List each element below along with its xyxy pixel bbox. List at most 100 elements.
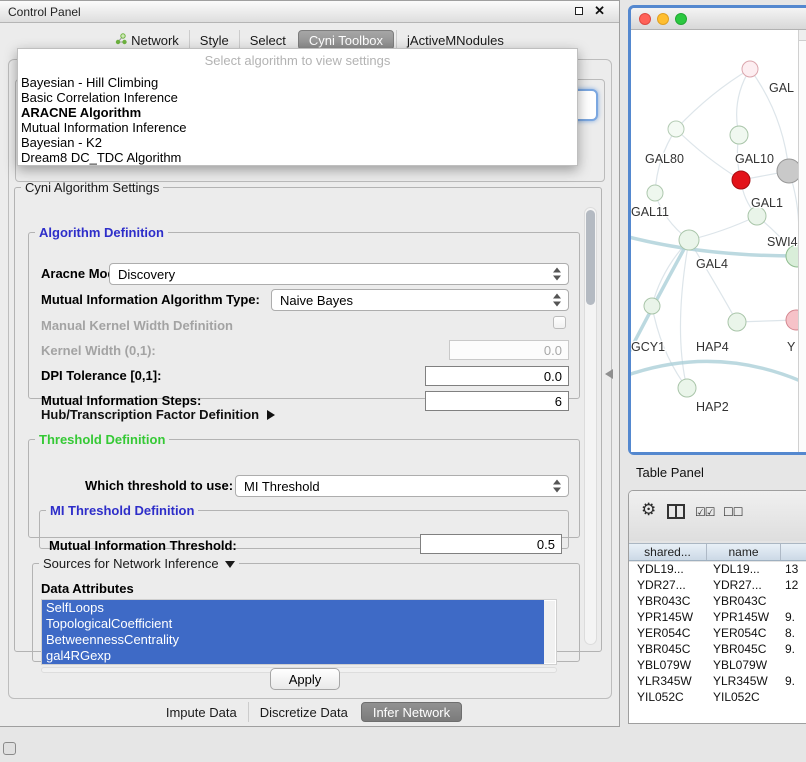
float-window-icon[interactable] [575,7,583,15]
network-window-titlebar[interactable] [631,8,806,30]
table-row[interactable]: YBR043CYBR043C [629,594,806,610]
table-row[interactable]: YIL052CYIL052C [629,690,806,706]
aracne-mode-combo[interactable]: Discovery [109,263,569,285]
kernel-width-input[interactable]: 0.0 [449,340,569,360]
sources-groupbox: Sources for Network Inference Data Attri… [32,556,580,662]
network-scrollbar[interactable] [798,30,806,452]
gear-icon[interactable]: ⚙ [641,500,656,520]
zoom-traffic-light-icon[interactable] [675,13,687,25]
bottom-tab-impute-data[interactable]: Impute Data [155,702,248,722]
network-tab-icon [115,33,127,48]
hub-definition-toggle[interactable]: Hub/Transcription Factor Definition [41,407,275,422]
control-panel-titlebar[interactable]: Control Panel ✕ [0,1,619,23]
table-cell: 13 [781,562,806,578]
algorithm-option-bayesian-k2[interactable]: Bayesian - K2 [18,135,577,150]
tab-cyni-toolbox[interactable]: Cyni Toolbox [298,30,394,50]
table-cell: YER054C [707,626,781,642]
algorithm-option-mutual-information-inference[interactable]: Mutual Information Inference [18,120,577,135]
attribute-item-betweennesscentrality[interactable]: BetweennessCentrality [42,632,544,648]
panel-corner-icon[interactable] [3,742,16,755]
which-threshold-label: Which threshold to use: [85,478,233,493]
network-node-label: SWI4 [767,235,798,249]
network-node[interactable] [730,126,748,144]
network-canvas[interactable]: GALGAL80GAL10GAL11GAL1SWI4GAL4GCY1HAP4YH… [631,30,806,452]
tab-label: Cyni Toolbox [309,33,383,48]
data-attributes-list[interactable]: SelfLoopsTopologicalCoefficientBetweenne… [41,599,557,665]
attribute-item-gal4rgexp[interactable]: gal4RGexp [42,648,544,664]
tab-network[interactable]: Network [105,30,189,50]
which-threshold-combo[interactable]: MI Threshold [235,475,569,497]
table-column-header[interactable] [781,544,806,560]
window-title: Control Panel [8,5,81,19]
checked-columns-icon[interactable]: ☑☑ [695,505,715,519]
columns-icon[interactable] [667,504,685,522]
table-column-header[interactable]: shared... [629,544,707,560]
table-cell: YBR043C [707,594,781,610]
dpi-tolerance-input[interactable]: 0.0 [425,366,569,386]
table-cell: YDL19... [629,562,707,578]
mi-type-label: Mutual Information Algorithm Type: [41,292,260,307]
minimize-traffic-light-icon[interactable] [657,13,669,25]
table-row[interactable]: YER054CYER054C8. [629,626,806,642]
mi-threshold-input[interactable]: 0.5 [420,534,562,554]
table-row[interactable]: YLR345WYLR345W9. [629,674,806,690]
which-threshold-value: MI Threshold [244,479,320,494]
table-row[interactable]: YBR045CYBR045C9. [629,642,806,658]
algorithm-option-dream8-dc-tdc-algorithm[interactable]: Dream8 DC_TDC Algorithm [18,150,577,165]
algorithm-option-basic-correlation-inference[interactable]: Basic Correlation Inference [18,90,577,105]
table-cell: YDR27... [707,578,781,594]
algorithm-option-bayesian-hill-climbing[interactable]: Bayesian - Hill Climbing [18,75,577,90]
cyni-settings-title: Cyni Algorithm Settings [21,180,163,195]
close-icon[interactable]: ✕ [594,3,605,19]
network-node[interactable] [678,379,696,397]
bottom-tab-infer-network[interactable]: Infer Network [361,702,462,722]
network-node[interactable] [728,313,746,331]
table-row[interactable]: YDR27...YDR27...12 [629,578,806,594]
table-row[interactable]: YDL19...YDL19...13 [629,562,806,578]
tab-select[interactable]: Select [239,30,296,50]
table-row[interactable]: YPR145WYPR145W9. [629,610,806,626]
hub-definition-label: Hub/Transcription Factor Definition [41,407,259,422]
combo-stepper-icon [553,268,562,281]
mi-type-combo[interactable]: Naive Bayes [271,289,569,311]
manual-kernel-checkbox[interactable] [553,316,566,329]
algorithm-option-aracne-algorithm[interactable]: ARACNE Algorithm [18,105,577,120]
table-cell: YIL052C [629,690,707,706]
network-node-label: GAL11 [631,205,669,219]
tab-jactivemnodules[interactable]: jActiveMNodules [396,30,514,50]
mi-threshold-label: Mutual Information Threshold: [49,538,237,553]
settings-scrollbar-thumb[interactable] [586,210,595,305]
table-cell: YPR145W [629,610,707,626]
network-node[interactable] [679,230,699,250]
attribute-item-selfloops[interactable]: SelfLoops [42,600,544,616]
algorithm-options-list: Bayesian - Hill ClimbingBasic Correlatio… [18,75,577,165]
network-edge [680,240,689,388]
network-node[interactable] [644,298,660,314]
control-panel-window: Control Panel ✕ NetworkStyleSelect Cyni T… [0,0,620,727]
table-column-header[interactable]: name [707,544,781,560]
close-traffic-light-icon[interactable] [639,13,651,25]
collapse-panel-icon[interactable] [605,369,613,379]
table-header: shared...name [629,543,806,561]
aracne-mode-value: Discovery [118,267,175,282]
network-node[interactable] [742,61,758,77]
table-cell: YLR345W [629,674,707,690]
network-node[interactable] [647,185,663,201]
table-row[interactable]: YBL079WYBL079W [629,658,806,674]
list-scrollbar[interactable] [544,601,555,663]
table-cell: YDR27... [629,578,707,594]
table-cell: YDL19... [707,562,781,578]
algorithm-dropdown-popup: Select algorithm to view settings Bayesi… [17,48,578,166]
mi-type-value: Naive Bayes [280,293,353,308]
apply-button[interactable]: Apply [270,668,340,690]
tab-style[interactable]: Style [189,30,239,50]
mi-steps-input[interactable]: 6 [425,391,569,411]
settings-scrollbar[interactable] [584,207,597,645]
bottom-tab-discretize-data[interactable]: Discretize Data [248,702,359,722]
network-node[interactable] [732,171,750,189]
attribute-item-topologicalcoefficient[interactable]: TopologicalCoefficient [42,616,544,632]
network-node[interactable] [668,121,684,137]
sources-title-row[interactable]: Sources for Network Inference [39,556,239,571]
table-cell: YBR043C [629,594,707,610]
unchecked-columns-icon[interactable]: ☐☐ [723,505,743,519]
